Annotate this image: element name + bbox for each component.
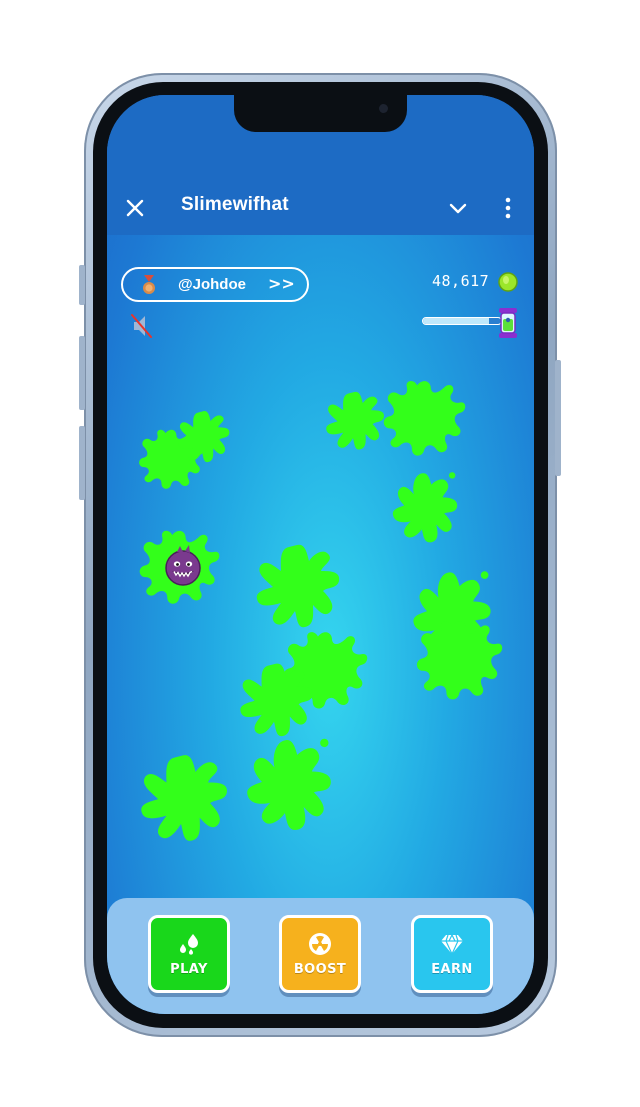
play-label: PLAY [170,961,208,977]
slime-splat[interactable] [385,465,465,549]
play-button[interactable]: PLAY [148,915,230,993]
earn-button[interactable]: EARN [411,915,493,993]
slime-splat[interactable] [129,745,233,849]
slime-splat[interactable] [317,385,389,455]
medal-icon [143,275,155,294]
slime-splat[interactable] [411,615,507,705]
water-drops-icon [180,933,198,955]
mute-icon[interactable] [131,313,153,339]
screen: Slimewifhat @Johdoe >> 48,617 PLAY BOOST… [107,95,534,1014]
slime-splat[interactable] [237,725,341,843]
slime-splat[interactable] [169,405,235,467]
boost-button[interactable]: BOOST [279,915,361,993]
username: @Johdoe [178,276,246,293]
earn-label: EARN [431,961,473,977]
double-chevron-right-icon: >> [268,274,295,293]
slime-progress-bar [422,317,502,325]
coin-icon [498,272,518,292]
phone-volume-up [79,336,85,410]
radiation-icon [309,932,331,955]
profile-button[interactable]: @Johdoe >> [121,267,309,302]
slime-jar-icon[interactable] [493,305,523,341]
coin-balance: 48,617 [432,272,490,290]
diamond-icon [441,933,463,955]
monster-icon[interactable] [159,542,207,590]
phone-mute-switch [79,265,85,305]
boost-label: BOOST [293,961,347,977]
phone-power-button [555,360,561,476]
phone-volume-down [79,426,85,500]
bottom-nav: PLAY BOOST EARN [107,898,534,1014]
slime-splat[interactable] [381,375,467,461]
slime-splat[interactable] [243,535,347,635]
slime-progress-fill [423,318,490,324]
